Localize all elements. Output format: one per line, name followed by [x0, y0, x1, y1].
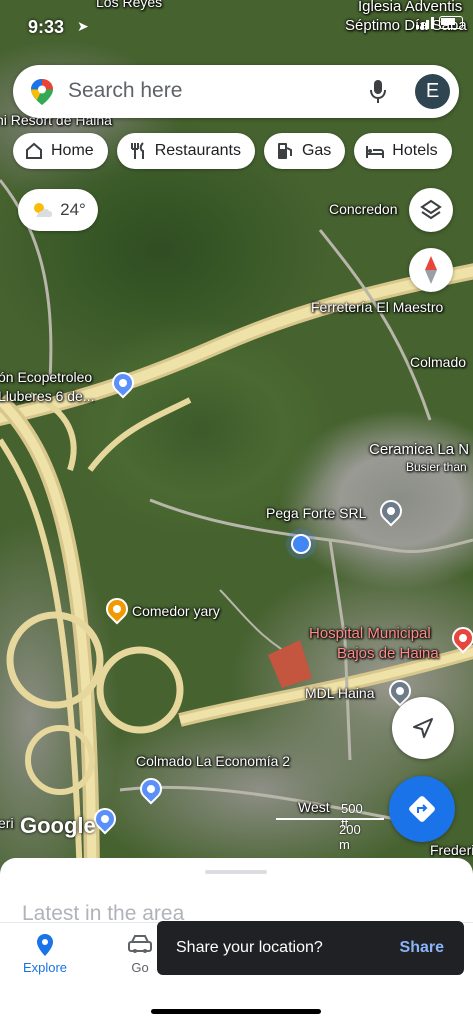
home-indicator[interactable] [151, 1009, 321, 1014]
map-label-iglesia[interactable]: Iglesia Adventis [358, 0, 462, 15]
map-label-colmado-economia[interactable]: Colmado La Economía 2 [136, 753, 290, 769]
navigation-arrow-icon [413, 718, 433, 738]
compass-icon [425, 256, 437, 284]
chip-restaurants-label: Restaurants [154, 142, 241, 159]
directions-button[interactable] [389, 776, 455, 842]
car-icon [128, 935, 152, 953]
map-label-concredon[interactable]: Concredon [329, 201, 398, 217]
maps-logo-icon [31, 79, 53, 105]
share-button[interactable]: Share [400, 939, 444, 957]
map-label-ecopetroleo-2[interactable]: Lluberes 6 de... [0, 388, 95, 404]
map-label-los-reyes: Los Reyes [96, 0, 163, 10]
sheet-handle[interactable] [205, 870, 267, 874]
account-avatar[interactable]: E [415, 74, 450, 109]
snackbar-message: Share your location? [176, 939, 323, 956]
map-label-ecopetroleo[interactable]: ón Ecopetroleo [0, 369, 92, 385]
category-chips: Home Restaurants Gas Hotels [13, 133, 452, 169]
search-input[interactable]: Search here [68, 79, 182, 103]
current-location-dot [286, 529, 316, 559]
gas-station-icon [277, 143, 292, 159]
hotel-icon [366, 146, 385, 158]
map-label-hospital-2[interactable]: Bajos de Haina [337, 645, 439, 662]
chip-restaurants[interactable]: Restaurants [116, 133, 255, 169]
map-label-right-edge: Frederic [430, 842, 473, 858]
search-bar[interactable]: Search here E [13, 65, 459, 118]
chip-gas[interactable]: Gas [263, 133, 346, 169]
google-logo: Google [20, 813, 96, 838]
home-icon [26, 142, 42, 159]
chip-home-label: Home [51, 142, 94, 159]
map-label-colmado[interactable]: Colmado [410, 354, 466, 370]
chip-hotels[interactable]: Hotels [354, 133, 452, 169]
chip-home[interactable]: Home [13, 133, 108, 169]
map-label-mdl[interactable]: MDL Haina [305, 685, 375, 701]
map-label-pega-forte[interactable]: Pega Forte SRL [266, 505, 366, 521]
chip-gas-label: Gas [301, 142, 332, 159]
share-location-snackbar: Share your location? Share [157, 921, 464, 975]
map-label-west: West [298, 799, 330, 815]
map-label-ferreteria[interactable]: Ferretería El Maestro [311, 299, 443, 315]
microphone-icon[interactable] [369, 79, 387, 105]
map-label-hospital[interactable]: Hospital Municipal [309, 625, 431, 642]
map-label-ceramica[interactable]: Ceramica La N [369, 441, 469, 458]
my-location-button[interactable] [392, 697, 454, 759]
layers-icon [420, 199, 442, 220]
battery-icon [439, 16, 463, 29]
tab-explore-label: Explore [22, 960, 68, 975]
weather-temp: 24° [60, 200, 86, 219]
layers-button[interactable] [409, 188, 453, 232]
chip-hotels-label: Hotels [392, 142, 438, 159]
partly-cloudy-icon [34, 203, 53, 217]
location-pin-icon [37, 934, 53, 956]
weather-chip[interactable]: 24° [18, 189, 98, 231]
signal-icon [416, 16, 434, 29]
location-arrow-icon: ➤ [77, 18, 89, 34]
tab-go-label: Go [131, 960, 149, 975]
map-label-comedor[interactable]: Comedor yary [132, 603, 220, 619]
compass-button[interactable] [409, 248, 453, 292]
directions-icon [409, 796, 435, 822]
status-indicators [416, 16, 463, 29]
map-label-left-edge: eri [0, 815, 14, 831]
tab-explore[interactable]: Explore [22, 933, 68, 975]
scale-metric: 200 m [339, 822, 361, 852]
map-label-busier: Busier than [406, 460, 467, 474]
restaurant-icon [130, 142, 144, 159]
status-time: 9:33 [28, 17, 65, 37]
tab-go[interactable]: Go [124, 933, 156, 975]
